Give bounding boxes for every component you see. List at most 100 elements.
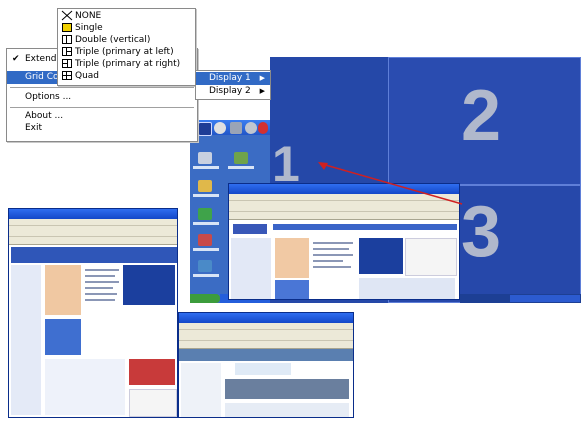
menu-item-label: Extend <box>25 54 57 64</box>
network-tray-icon[interactable] <box>230 122 242 134</box>
menu-item-label: Options ... <box>25 92 72 102</box>
promo-box <box>275 280 309 299</box>
window-menubar <box>9 219 177 226</box>
grid-option-single[interactable]: Single <box>58 22 195 34</box>
promo-box <box>45 319 81 355</box>
text-line <box>85 293 117 295</box>
text-line <box>313 254 353 256</box>
zone-number-2: 2 <box>461 76 502 156</box>
menu-item-label: Display 1 <box>209 73 251 83</box>
desktop-icon-label <box>228 166 254 169</box>
system-tray <box>190 120 270 136</box>
site-header <box>11 247 177 263</box>
submenu-arrow-icon: ▶ <box>259 74 265 82</box>
grid-option-double-vertical[interactable]: Double (vertical) <box>58 34 195 46</box>
desktop-icon-label <box>193 222 219 225</box>
hero-image <box>275 238 309 278</box>
desktop-icon-label <box>193 194 219 197</box>
left-column <box>11 265 41 415</box>
menu-item-label: Grid Co <box>25 72 59 82</box>
grid-option-triple-left[interactable]: Triple (primary at left) <box>58 46 195 58</box>
grid-option-label: Quad <box>75 71 100 81</box>
ad-banner <box>359 238 403 274</box>
zone-number-1: 1 <box>272 136 300 192</box>
grid-option-label: Triple (primary at left) <box>75 47 174 57</box>
text-line <box>85 275 115 277</box>
grid-option-none[interactable]: NONE <box>58 10 195 22</box>
my-computer-icon <box>198 152 212 164</box>
folder-icon <box>198 180 212 192</box>
window-titlebar[interactable] <box>179 313 353 323</box>
taskbar-buttons <box>510 295 580 302</box>
menu-separator <box>10 107 194 108</box>
red-arrow-icon <box>318 162 463 205</box>
single-grid-icon <box>62 23 72 32</box>
grid-option-label: Triple (primary at right) <box>75 59 181 69</box>
desktop-icon-label <box>193 274 219 277</box>
taskbar <box>460 294 581 303</box>
site-logo <box>233 224 267 234</box>
quad-grid-icon <box>62 71 72 80</box>
desktop-icon-label <box>193 248 219 251</box>
browser-window-left[interactable] <box>8 208 178 418</box>
site-nav <box>273 224 457 230</box>
menu-item-display-1[interactable]: Display 1 ▶ <box>196 72 270 85</box>
submenu-arrow-icon: ▶ <box>259 87 265 95</box>
text-line <box>85 299 115 301</box>
address-bar[interactable] <box>9 237 177 245</box>
grid-option-label: Single <box>75 23 103 33</box>
menu-item-options[interactable]: Options ... <box>7 91 197 104</box>
grid-option-quad[interactable]: Quad <box>58 70 195 82</box>
grid-option-label: NONE <box>75 11 102 21</box>
text-line <box>85 287 113 289</box>
window-toolbar <box>9 226 177 237</box>
menu-item-exit[interactable]: Exit <box>7 122 197 135</box>
text-line <box>313 248 349 250</box>
start-button[interactable] <box>190 294 220 303</box>
security-tray-icon[interactable] <box>258 122 268 134</box>
text-line <box>313 242 353 244</box>
triple-right-grid-icon <box>62 59 72 68</box>
menu-item-label: Exit <box>25 123 43 133</box>
text-line <box>313 266 351 268</box>
text-line <box>85 269 119 271</box>
side-ad <box>129 389 177 417</box>
news-block <box>45 359 125 415</box>
volume-tray-icon[interactable] <box>245 122 257 134</box>
lower-block <box>359 278 455 299</box>
menu-item-display-2[interactable]: Display 2 ▶ <box>196 85 270 98</box>
triple-left-grid-icon <box>62 47 72 56</box>
left-column <box>231 238 271 299</box>
address-bar[interactable] <box>229 212 459 220</box>
browser-window-bottom[interactable] <box>178 312 354 418</box>
window-titlebar[interactable] <box>9 209 177 219</box>
content-block <box>225 403 349 417</box>
checkmark-icon: ✔ <box>12 54 20 64</box>
grid-option-triple-right[interactable]: Triple (primary at right) <box>58 58 195 70</box>
car-image <box>129 359 175 385</box>
web-content <box>179 349 353 417</box>
ad-banner <box>123 265 175 305</box>
hero-image <box>45 265 81 315</box>
desktop-icon-label <box>193 166 219 169</box>
app-icon <box>198 208 212 220</box>
address-bar[interactable] <box>179 341 353 349</box>
display-select-menu: Display 1 ▶ Display 2 ▶ <box>195 70 271 100</box>
settings-tray-icon[interactable] <box>214 122 226 134</box>
window-toolbar <box>179 330 353 341</box>
app-icon <box>198 234 212 246</box>
text-line <box>85 281 119 283</box>
web-content <box>9 245 177 417</box>
double-vertical-grid-icon <box>62 35 72 44</box>
network-icon <box>234 152 248 164</box>
grid-app-tray-icon[interactable] <box>198 122 212 136</box>
text-line <box>313 260 343 262</box>
grid-option-label: Double (vertical) <box>75 35 151 45</box>
menu-item-label: Display 2 <box>209 86 251 96</box>
web-content <box>229 220 459 299</box>
product-image <box>405 238 457 276</box>
site-header <box>179 349 353 361</box>
none-x-icon <box>61 10 73 21</box>
app-icon <box>198 260 212 272</box>
left-column <box>181 363 221 417</box>
